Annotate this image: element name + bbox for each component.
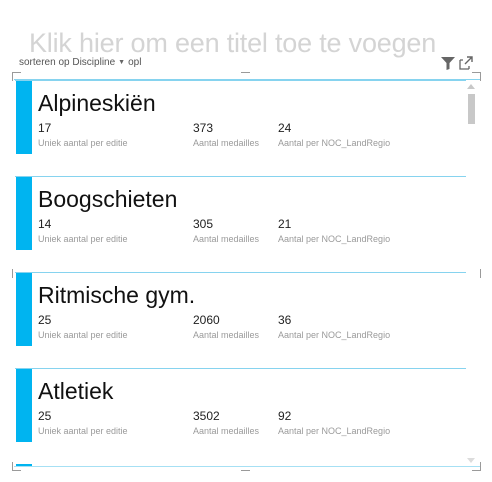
card-field: 305 Aantal medailles	[193, 217, 259, 244]
resize-handle-bottom-right-h[interactable]	[472, 470, 481, 471]
field-label: Aantal medailles	[193, 138, 260, 148]
field-label: Aantal medailles	[193, 426, 260, 436]
card-field: 3502 Aantal medailles	[193, 409, 259, 436]
scrollbar-thumb[interactable]	[468, 94, 475, 124]
multi-row-card-list[interactable]: Alpineskiën 17 Uniek aantal per editie 37…	[15, 80, 466, 466]
field-label: Aantal medailles	[193, 234, 260, 244]
next-card-accent-bar	[16, 464, 32, 466]
filter-icon[interactable]	[441, 57, 455, 70]
resize-handle-top-left-h[interactable]	[12, 72, 21, 73]
card-title: Boogschieten	[38, 186, 178, 212]
field-label: Aantal per NOC_LandRegio	[278, 330, 391, 340]
card-title: Ritmische gym.	[38, 282, 196, 308]
card-field: 373 Aantal medailles	[193, 121, 259, 148]
resize-handle-bottom[interactable]	[241, 470, 250, 471]
card-field: 36 Aantal per NOC_LandRegio	[278, 313, 390, 340]
resize-handle-top-right[interactable]	[480, 72, 481, 81]
card-row[interactable]: Boogschieten 14 Uniek aantal per editie 3…	[15, 176, 466, 250]
scroll-down-arrow-icon[interactable]	[467, 458, 475, 463]
field-value: 305	[193, 217, 214, 231]
field-label: Uniek aantal per editie	[38, 330, 128, 340]
card-field: 92 Aantal per NOC_LandRegio	[278, 409, 390, 436]
card-field: 17 Uniek aantal per editie	[38, 121, 128, 148]
field-value: 373	[193, 121, 214, 135]
card-title: Atletiek	[38, 378, 114, 404]
field-value: 92	[278, 409, 292, 423]
field-value: 24	[278, 121, 292, 135]
sort-control[interactable]: sorteren op Discipline ▼ opl	[19, 57, 141, 68]
resize-handle-top-left[interactable]	[12, 72, 13, 81]
card-row[interactable]: Ritmische gym. 25 Uniek aantal per editie…	[15, 272, 466, 346]
card-field: 14 Uniek aantal per editie	[38, 217, 128, 244]
field-value: 21	[278, 217, 292, 231]
field-label: Uniek aantal per editie	[38, 138, 128, 148]
field-label: Uniek aantal per editie	[38, 426, 128, 436]
card-field: 21 Aantal per NOC_LandRegio	[278, 217, 390, 244]
chevron-down-icon[interactable]: ▼	[118, 59, 125, 66]
card-accent-bar	[16, 177, 32, 250]
vertical-scrollbar[interactable]	[466, 84, 476, 466]
field-value: 36	[278, 313, 292, 327]
resize-handle-bottom-left-h[interactable]	[12, 470, 21, 471]
field-value: 25	[38, 409, 52, 423]
card-row[interactable]: Atletiek 25 Uniek aantal per editie 3502 A…	[15, 368, 466, 442]
card-field: 25 Uniek aantal per editie	[38, 409, 128, 436]
field-label: Aantal per NOC_LandRegio	[278, 426, 391, 436]
visual-bottom-border	[14, 466, 481, 467]
sort-label[interactable]: sorteren op Discipline	[19, 57, 115, 68]
field-value: 25	[38, 313, 52, 327]
scroll-up-arrow-icon[interactable]	[467, 84, 475, 89]
field-value: 2060	[193, 313, 220, 327]
resize-handle-top[interactable]	[241, 72, 250, 73]
card-field: 2060 Aantal medailles	[193, 313, 259, 340]
field-value: 3502	[193, 409, 220, 423]
card-field: 25 Uniek aantal per editie	[38, 313, 128, 340]
field-label: Aantal per NOC_LandRegio	[278, 138, 391, 148]
sort-order[interactable]: opl	[128, 57, 141, 68]
card-field: 24 Aantal per NOC_LandRegio	[278, 121, 390, 148]
card-accent-bar	[16, 273, 32, 346]
field-value: 17	[38, 121, 52, 135]
card-accent-bar	[16, 81, 32, 154]
card-accent-bar	[16, 369, 32, 442]
field-label: Aantal medailles	[193, 330, 260, 340]
resize-handle-left[interactable]	[12, 269, 13, 278]
resize-handle-right[interactable]	[480, 269, 481, 278]
visual-title-placeholder[interactable]: Klik hier om een titel toe te voegen	[29, 28, 436, 59]
field-label: Aantal per NOC_LandRegio	[278, 234, 391, 244]
card-row[interactable]: Alpineskiën 17 Uniek aantal per editie 37…	[15, 80, 466, 154]
field-value: 14	[38, 217, 52, 231]
field-label: Uniek aantal per editie	[38, 234, 128, 244]
card-title: Alpineskiën	[38, 90, 156, 116]
popout-icon[interactable]	[459, 56, 473, 70]
resize-handle-top-right-h[interactable]	[472, 72, 481, 73]
